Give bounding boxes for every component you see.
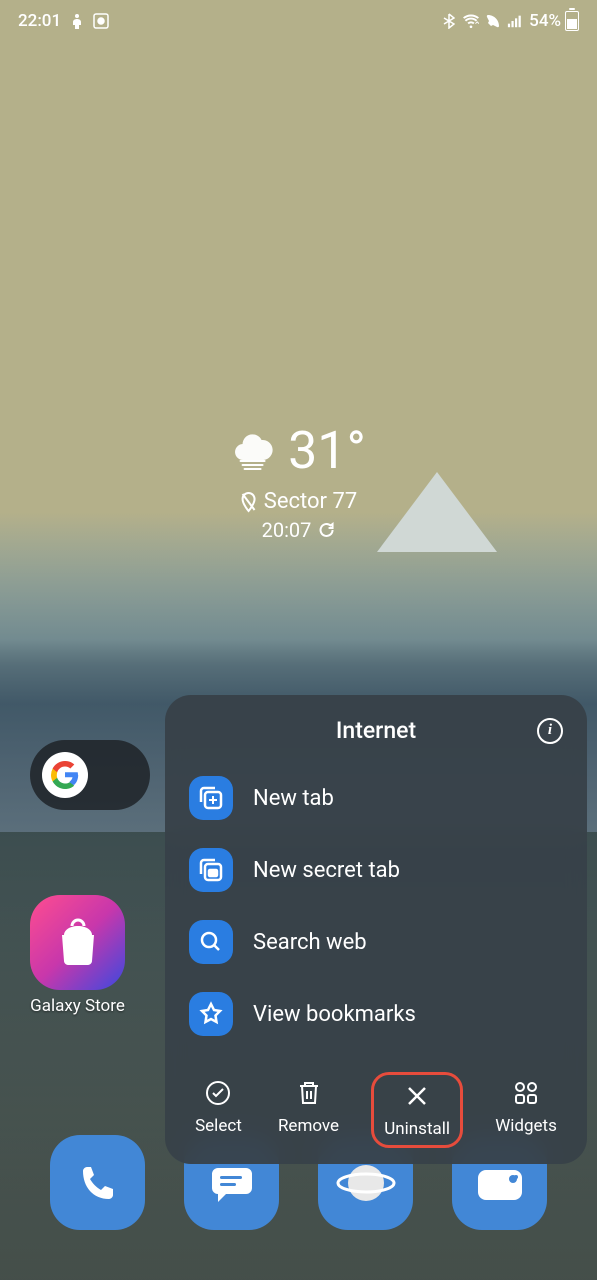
action-uninstall[interactable]: Uninstall — [371, 1072, 463, 1148]
close-icon — [402, 1081, 432, 1111]
battery-indicator: 54% — [529, 11, 579, 31]
bookmark-icon — [189, 992, 233, 1036]
context-menu-title: Internet — [336, 717, 416, 744]
weather-time-text: 20:07 — [262, 518, 312, 542]
shortcut-new-tab[interactable]: New tab — [185, 762, 567, 834]
call-icon — [485, 13, 501, 29]
action-label: Uninstall — [384, 1119, 450, 1139]
shortcut-new-secret-tab[interactable]: New secret tab — [185, 834, 567, 906]
secret-tab-icon — [189, 848, 233, 892]
signal-icon — [507, 13, 523, 29]
widgets-icon — [511, 1078, 541, 1108]
phone-app[interactable] — [50, 1135, 145, 1230]
new-tab-icon — [189, 776, 233, 820]
status-bar: 22:01 54% — [0, 0, 597, 42]
info-icon[interactable]: i — [537, 718, 563, 744]
action-select[interactable]: Select — [191, 1072, 246, 1148]
shortcut-label: Search web — [253, 930, 367, 955]
shortcut-label: New secret tab — [253, 858, 400, 883]
search-icon — [189, 920, 233, 964]
shortcut-view-bookmarks[interactable]: View bookmarks — [185, 978, 567, 1050]
select-icon — [203, 1078, 233, 1108]
action-remove[interactable]: Remove — [274, 1072, 343, 1148]
location-text: Sector 77 — [264, 489, 357, 514]
google-icon — [42, 752, 88, 798]
action-label: Widgets — [495, 1116, 557, 1136]
shortcut-label: New tab — [253, 786, 334, 811]
shortcut-search-web[interactable]: Search web — [185, 906, 567, 978]
action-label: Remove — [278, 1116, 339, 1136]
trash-icon — [294, 1078, 324, 1108]
wifi-icon — [463, 13, 479, 29]
shortcut-label: View bookmarks — [253, 1002, 416, 1027]
galaxy-store-app[interactable]: Galaxy Store — [30, 895, 125, 1016]
app-icon — [93, 13, 109, 29]
weather-widget[interactable]: 31° Sector 77 20:07 — [231, 420, 366, 542]
action-widgets[interactable]: Widgets — [491, 1072, 561, 1148]
bluetooth-icon — [441, 13, 457, 29]
action-label: Select — [195, 1116, 242, 1136]
google-search-widget[interactable] — [30, 740, 150, 810]
battery-icon — [565, 11, 579, 31]
accessibility-icon — [69, 13, 85, 29]
cloud-fog-icon — [231, 432, 273, 470]
temperature-value: 31° — [288, 420, 366, 481]
refresh-icon — [317, 521, 335, 539]
status-time: 22:01 — [18, 11, 61, 31]
location-off-icon — [240, 491, 258, 513]
galaxy-store-icon — [30, 895, 125, 990]
app-context-menu: Internet i New tab New secret tab Search… — [165, 695, 587, 1164]
galaxy-store-label: Galaxy Store — [30, 996, 125, 1016]
